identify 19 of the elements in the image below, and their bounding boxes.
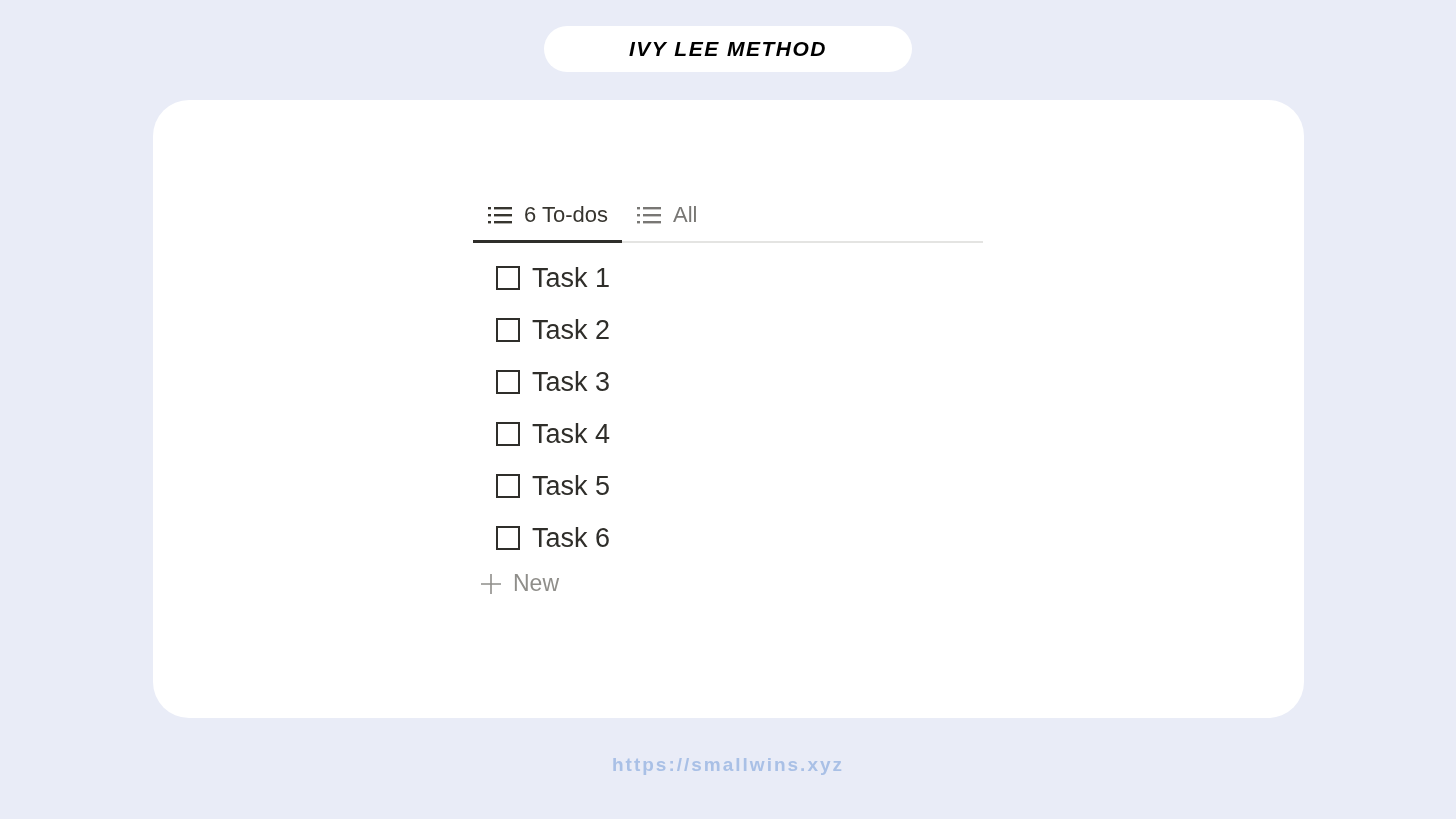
task-title: Task 4 — [532, 418, 611, 450]
list-icon — [637, 205, 661, 225]
checkbox[interactable] — [496, 422, 520, 446]
list-icon — [488, 205, 512, 225]
new-button[interactable]: New — [473, 564, 567, 603]
view-tab[interactable]: 6 To-dos — [473, 196, 622, 243]
checkbox[interactable] — [496, 266, 520, 290]
task-title: Task 2 — [532, 314, 611, 346]
checkbox[interactable] — [496, 526, 520, 550]
task-title: Task 3 — [532, 366, 611, 398]
plus-icon — [481, 573, 501, 594]
checkbox[interactable] — [496, 474, 520, 498]
task-title: Task 1 — [532, 262, 611, 294]
checkbox[interactable] — [496, 370, 520, 394]
view-tab[interactable]: All — [622, 196, 712, 243]
page-title: IVY LEE METHOD — [629, 37, 827, 61]
checkbox[interactable] — [496, 318, 520, 342]
task-title: Task 6 — [532, 522, 611, 554]
task-title: Task 5 — [532, 470, 611, 502]
